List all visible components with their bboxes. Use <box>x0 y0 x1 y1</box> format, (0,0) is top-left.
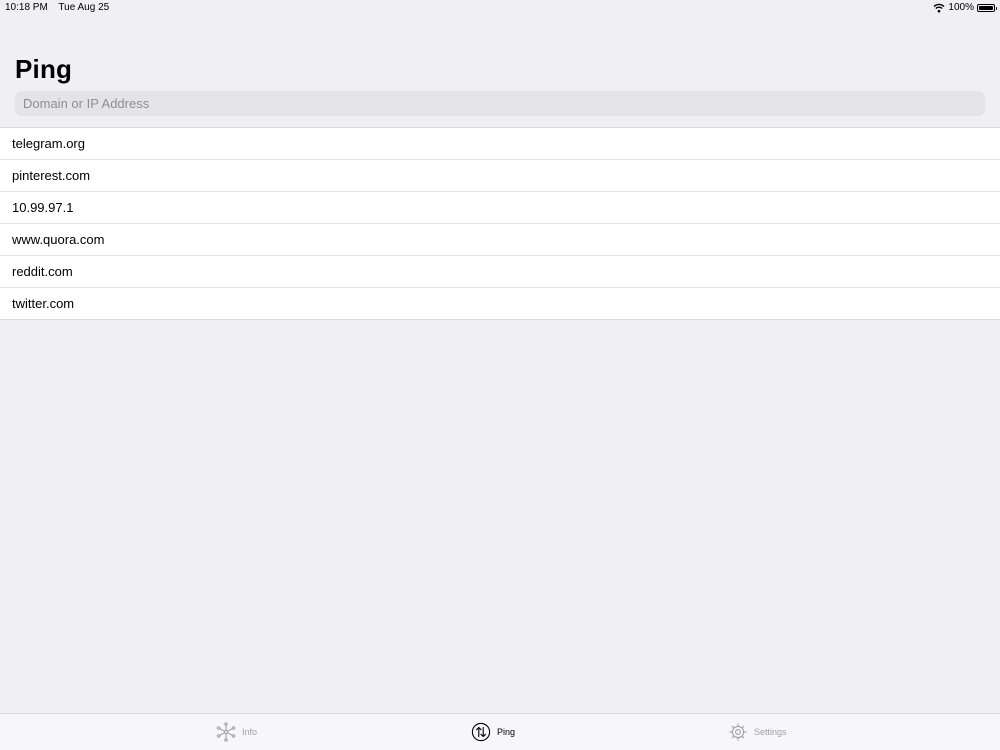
tab-settings-label: Settings <box>754 727 787 737</box>
status-bar: 10:18 PM Tue Aug 25 100% <box>0 0 1000 16</box>
tab-ping-label: Ping <box>497 727 516 737</box>
tab-ping[interactable]: Ping <box>471 722 515 742</box>
status-left: 10:18 PM Tue Aug 25 <box>5 0 117 16</box>
status-date: Tue Aug 25 <box>58 2 110 13</box>
host-row[interactable]: reddit.com <box>0 255 1000 287</box>
tab-info[interactable]: Info <box>216 722 257 742</box>
network-icon <box>216 722 236 742</box>
page-title: Ping <box>15 54 73 84</box>
host-row[interactable]: twitter.com <box>0 287 1000 319</box>
tab-settings[interactable]: Settings <box>728 722 787 742</box>
tab-bar: Info Ping Settings <box>0 713 1000 750</box>
host-list: telegram.org pinterest.com 10.99.97.1 ww… <box>0 127 1000 320</box>
host-row[interactable]: www.quora.com <box>0 223 1000 255</box>
gear-icon <box>729 723 747 741</box>
host-row[interactable]: telegram.org <box>0 128 1000 159</box>
battery-fill <box>979 6 993 10</box>
domain-input[interactable] <box>15 91 985 116</box>
host-row[interactable]: pinterest.com <box>0 159 1000 191</box>
status-right: 100% <box>933 0 997 16</box>
tab-info-label: Info <box>242 727 258 737</box>
ping-arrows-icon <box>471 722 491 742</box>
wifi-icon <box>933 3 945 13</box>
status-time: 10:18 PM <box>5 2 48 13</box>
host-row[interactable]: 10.99.97.1 <box>0 191 1000 223</box>
battery-percent: 100% <box>948 2 974 13</box>
battery-icon <box>977 4 997 12</box>
